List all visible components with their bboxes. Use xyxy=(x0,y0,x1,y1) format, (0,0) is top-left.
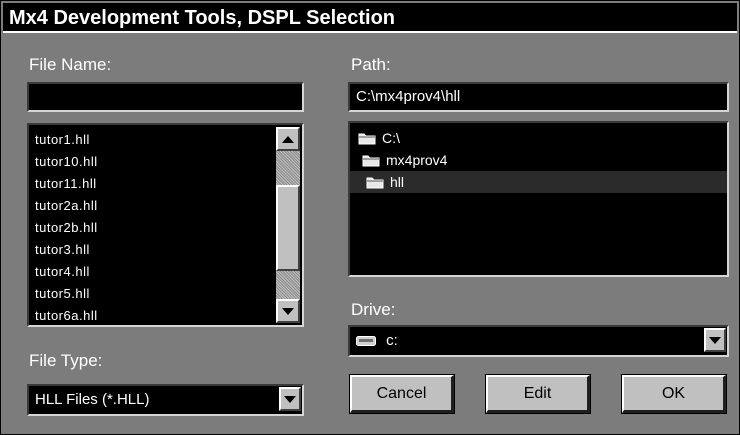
file-type-value: HLL Files (*.HLL) xyxy=(35,391,150,408)
arrow-down-icon xyxy=(282,307,294,315)
drive-value: c: xyxy=(386,332,398,349)
folder-open-icon xyxy=(366,175,384,189)
file-list-item[interactable]: tutor5.hll xyxy=(35,283,98,305)
ok-button[interactable]: OK xyxy=(621,374,727,414)
scroll-down-button[interactable] xyxy=(276,299,300,323)
directory-label: C:\ xyxy=(382,130,400,146)
chevron-down-icon xyxy=(284,395,296,403)
scroll-up-button[interactable] xyxy=(276,127,300,151)
drive-select[interactable]: c: xyxy=(348,325,729,357)
drive-dropdown-button[interactable] xyxy=(704,328,726,352)
file-list-scrollbar[interactable] xyxy=(276,127,300,323)
directory-item[interactable]: C:\ xyxy=(350,127,727,149)
file-list-item[interactable]: tutor1.hll xyxy=(35,129,98,151)
file-list[interactable]: tutor1.hll tutor10.hll tutor11.hll tutor2a.… xyxy=(27,123,304,327)
edit-button[interactable]: Edit xyxy=(485,374,591,414)
path-label: Path: xyxy=(351,55,391,74)
drive-label: Drive: xyxy=(351,300,396,319)
file-list-item[interactable]: tutor4.hll xyxy=(35,261,98,283)
file-type-dropdown-button[interactable] xyxy=(279,387,301,411)
directory-item[interactable]: mx4prov4 xyxy=(350,149,727,171)
cancel-button[interactable]: Cancel xyxy=(349,374,455,414)
directory-tree[interactable]: C:\ mx4prov4 hll xyxy=(348,121,729,277)
arrow-up-icon xyxy=(282,135,294,143)
directory-label: mx4prov4 xyxy=(386,152,448,168)
file-list-item[interactable]: tutor11.hll xyxy=(35,173,98,195)
file-list-item[interactable]: tutor3.hll xyxy=(35,239,98,261)
file-type-label: File Type: xyxy=(29,351,103,370)
dspl-selection-dialog: Mx4 Development Tools, DSPL Selection Fi… xyxy=(0,0,740,435)
file-name-label: File Name: xyxy=(29,55,112,74)
file-name-input[interactable] xyxy=(27,82,304,112)
folder-open-icon xyxy=(358,131,376,145)
file-list-item[interactable]: tutor6a.hll xyxy=(35,305,98,325)
chevron-down-icon xyxy=(709,336,721,344)
file-list-item[interactable]: tutor2b.hll xyxy=(35,217,98,239)
scroll-thumb[interactable] xyxy=(276,185,300,271)
path-field: C:\mx4prov4\hll xyxy=(348,82,729,112)
window-title: Mx4 Development Tools, DSPL Selection xyxy=(3,3,737,33)
file-list-item[interactable]: tutor2a.hll xyxy=(35,195,98,217)
directory-label: hll xyxy=(390,174,405,190)
file-type-select[interactable]: HLL Files (*.HLL) xyxy=(27,384,304,416)
drive-icon xyxy=(356,336,376,347)
file-items: tutor1.hll tutor10.hll tutor11.hll tutor2a.… xyxy=(35,129,98,325)
folder-open-icon xyxy=(362,153,380,167)
directory-item[interactable]: hll xyxy=(350,171,727,193)
file-list-item[interactable]: tutor10.hll xyxy=(35,151,98,173)
